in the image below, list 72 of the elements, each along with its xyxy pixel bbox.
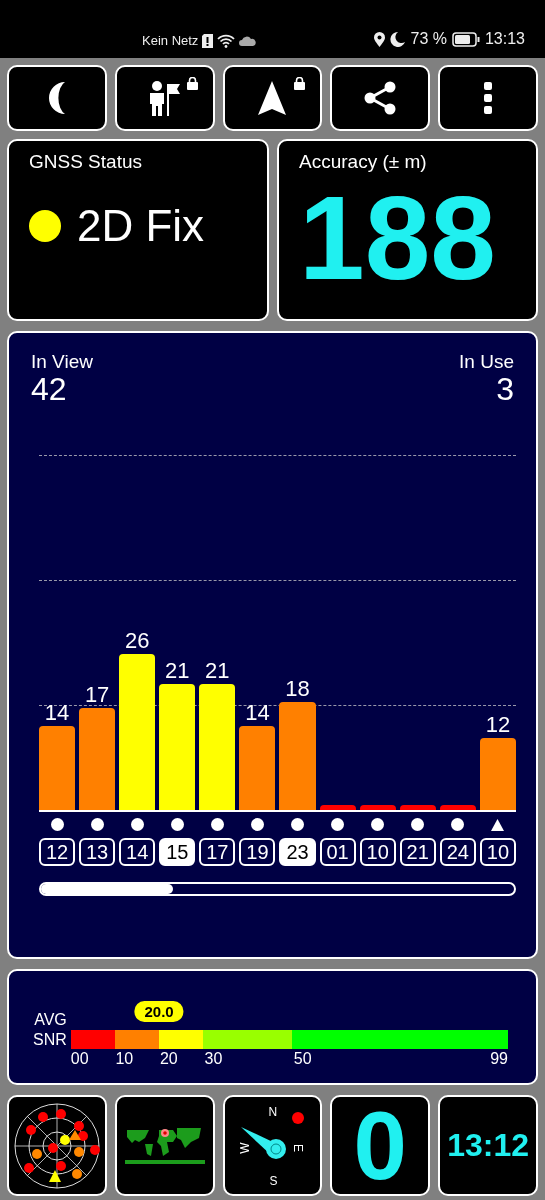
in-use-label: In Use [459, 351, 514, 373]
satellite-id[interactable]: 24 [439, 837, 476, 866]
snr-value: 14 [44, 701, 70, 726]
snr-value: 14 [245, 701, 270, 726]
snr-value: 26 [124, 629, 150, 654]
in-view-label: In View [31, 351, 93, 373]
more-icon [484, 82, 493, 114]
snr-value-bubble: 20.0 [134, 1001, 184, 1022]
in-use-count: 3 [496, 373, 514, 407]
snr-value: 21 [205, 659, 230, 684]
toolbar-button[interactable] [438, 65, 538, 131]
scroll-thumb[interactable] [41, 883, 174, 894]
battery-percent: 73 % [410, 30, 447, 48]
scale-tick: 50 [293, 1049, 312, 1069]
compass-west: W [237, 1142, 252, 1154]
compass-north: N [268, 1105, 278, 1119]
compass-needle-icon [240, 1125, 287, 1161]
card-title: Accuracy (± m) [299, 151, 427, 173]
scale-tick: 10 [115, 1049, 134, 1069]
scale-tick: 99 [490, 1049, 508, 1069]
in-use-count: 0 [353, 1097, 407, 1194]
satellite-id[interactable]: 01 [319, 837, 356, 866]
person-flag-icon [148, 80, 181, 116]
wifi-icon [217, 33, 236, 48]
scale-tick: 00 [70, 1049, 89, 1069]
clock-tile[interactable]: 13:12 [438, 1095, 538, 1196]
snr-value: 18 [285, 677, 310, 702]
snr-value: 21 [165, 659, 190, 684]
toolbar-button[interactable] [114, 65, 215, 131]
status-time: 13:13 [484, 30, 525, 48]
location-pin-icon [374, 31, 386, 47]
sky-plot-tile[interactable] [7, 1095, 107, 1196]
navigation-arrow-icon [258, 81, 287, 115]
satellite-id[interactable]: 19 [239, 837, 276, 866]
toolbar-button[interactable] [330, 65, 431, 131]
scale-tick: 30 [204, 1049, 223, 1069]
target-dot-icon [292, 1112, 305, 1124]
satellite-id[interactable]: 23 [279, 837, 316, 866]
fix-status: 2D Fix [77, 201, 205, 251]
scrollbar[interactable] [39, 881, 516, 896]
satellite-id[interactable]: 10 [359, 837, 396, 866]
accuracy-value: 188 [299, 179, 496, 297]
satellite-id[interactable]: 21 [399, 837, 436, 866]
world-map-tile[interactable] [114, 1095, 215, 1196]
lock-icon [293, 77, 307, 90]
avg-label: AVG [34, 1010, 67, 1030]
compass-tile[interactable]: N E S W [222, 1095, 323, 1196]
sim-alert-icon [202, 33, 214, 48]
lock-icon [185, 77, 199, 90]
in-view-count: 42 [31, 373, 68, 407]
satellite-id[interactable]: 14 [119, 837, 156, 866]
card-title: GNSS Status [29, 151, 142, 173]
compass-south: S [269, 1174, 278, 1188]
carrier-text: Kein Netz [142, 33, 199, 48]
share-icon [364, 81, 397, 115]
snr-label: SNR [33, 1030, 67, 1050]
satellites-in-use-tile[interactable]: 0 [330, 1095, 431, 1196]
toolbar-button[interactable] [7, 65, 107, 131]
satellite-id[interactable]: 12 [39, 837, 76, 866]
snr-value: 17 [84, 683, 110, 708]
satellite-id[interactable]: 15 [159, 837, 196, 866]
snr-value: 12 [485, 713, 511, 738]
toolbar-button[interactable] [222, 65, 323, 131]
satellite-id[interactable]: 13 [79, 837, 116, 866]
satellite-id[interactable]: 10 [479, 837, 516, 866]
battery-icon [451, 31, 480, 47]
scale-tick: 20 [159, 1049, 178, 1069]
cloud-icon [239, 35, 257, 46]
satellite-id[interactable]: 17 [199, 837, 236, 866]
clock-time: 13:12 [447, 1127, 529, 1164]
compass-east: E [291, 1144, 306, 1152]
moon-icon [390, 31, 406, 47]
